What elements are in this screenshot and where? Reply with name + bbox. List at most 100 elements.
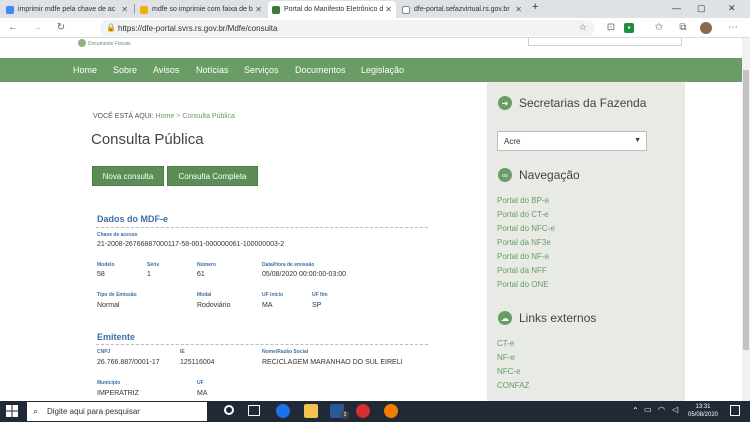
page-icon xyxy=(402,5,410,14)
taskbar-clock[interactable]: 13:31 05/08/2020 xyxy=(686,403,720,419)
numero-value: 61 xyxy=(197,271,205,278)
browser-tab[interactable]: imprimir mdfe pela chave de ac ✕ xyxy=(2,1,132,18)
extension-icon[interactable]: ⊡ xyxy=(604,21,618,35)
volume-icon[interactable]: ◁ xyxy=(672,405,678,414)
external-link-cte[interactable]: CT-e xyxy=(497,339,514,348)
avatar[interactable] xyxy=(700,22,712,34)
section-divider xyxy=(96,227,428,228)
close-icon[interactable]: ✕ xyxy=(385,5,392,14)
clock-time: 13:31 xyxy=(695,404,711,410)
section-emitente-title: Emitente xyxy=(97,332,136,342)
url-text: https://dfe-portal.svrs.rs.gov.br/Mdfe/c… xyxy=(118,23,278,33)
network-icon[interactable]: ▭ xyxy=(644,405,652,414)
section-divider xyxy=(96,344,428,345)
site-search-input[interactable] xyxy=(528,38,682,46)
nav-documentos[interactable]: Documentos xyxy=(295,65,346,75)
modelo-value: 58 xyxy=(97,271,105,278)
uf-fim-label: UF fim xyxy=(312,292,328,298)
new-tab-button[interactable]: + xyxy=(532,1,538,13)
windows-start-icon[interactable] xyxy=(6,405,18,417)
back-icon[interactable]: ← xyxy=(6,21,20,35)
external-link-nfe[interactable]: NF-e xyxy=(497,353,515,362)
numero-label: Número xyxy=(197,262,216,268)
nav-home[interactable]: Home xyxy=(73,65,97,75)
search-icon: ⌕ xyxy=(33,406,39,416)
page-scrollbar[interactable] xyxy=(742,38,750,401)
app-icon[interactable] xyxy=(384,404,398,418)
browser-tab[interactable]: mdfe so imprimie com faixa de b ✕ xyxy=(136,1,266,18)
browser-tab-strip: imprimir mdfe pela chave de ac ✕ mdfe so… xyxy=(0,0,750,18)
external-link-nfce[interactable]: NFC-e xyxy=(497,367,521,376)
section-mdfe-title: Dados do MDF-e xyxy=(97,214,168,224)
file-explorer-icon[interactable] xyxy=(304,404,318,418)
razao-social-value: RECICLAGEM MARANHAO DO SUL EIRELI xyxy=(262,359,403,366)
close-icon[interactable]: ✕ xyxy=(121,5,128,14)
close-icon[interactable]: ✕ xyxy=(255,5,262,14)
portal-favicon-icon xyxy=(272,5,280,14)
sidebar-link-cte[interactable]: Portal do CT-e xyxy=(497,210,549,219)
new-query-button[interactable]: Nova consulta xyxy=(92,166,164,186)
state-select[interactable]: Acre ▼ xyxy=(497,131,647,151)
rk-app-icon[interactable] xyxy=(356,404,370,418)
cortana-icon[interactable] xyxy=(224,405,234,415)
link-icon: ∞ xyxy=(498,168,512,182)
sidebar-link-nff[interactable]: Portal da NFF xyxy=(497,266,547,275)
notifications-icon[interactable] xyxy=(730,405,740,416)
clock-date: 05/08/2020 xyxy=(687,412,719,418)
cnpj-label: CNPJ xyxy=(97,349,111,355)
breadcrumb-separator: > xyxy=(176,113,181,120)
cloud-icon: ☁ xyxy=(498,311,512,325)
sidebar-link-nfce[interactable]: Portal do NFC-e xyxy=(497,224,555,233)
search-placeholder: Digite aqui para pesquisar xyxy=(47,407,140,416)
modal-label: Modal xyxy=(197,292,212,298)
reload-icon[interactable]: ↻ xyxy=(54,21,68,35)
extension-green-icon[interactable]: ▪ xyxy=(624,23,634,33)
nav-servicos[interactable]: Serviços xyxy=(244,65,279,75)
notification-badge: 2 xyxy=(341,411,349,419)
tray-chevron-icon[interactable]: ⌃ xyxy=(632,406,639,415)
sidebar-link-nfe[interactable]: Portal do NF-e xyxy=(497,252,549,261)
scrollbar-thumb[interactable] xyxy=(743,70,749,350)
edge-icon[interactable] xyxy=(276,404,290,418)
address-bar[interactable]: 🔒 https://dfe-portal.svrs.rs.gov.br/Mdfe… xyxy=(100,20,595,36)
nav-avisos[interactable]: Avisos xyxy=(153,65,179,75)
task-view-icon[interactable] xyxy=(248,405,260,416)
links-externos-title: Links externos xyxy=(519,311,597,325)
nav-sobre[interactable]: Sobre xyxy=(113,65,137,75)
taskbar-search-input[interactable]: ⌕ Digite aqui para pesquisar xyxy=(27,402,207,421)
nav-legislacao[interactable]: Legislação xyxy=(361,65,404,75)
sidebar: ➜ Secretarias da Fazenda Acre ▼ ∞ Navega… xyxy=(487,82,685,401)
browser-tab[interactable]: dfe-portal.sefazvirtual.rs.gov.br ✕ xyxy=(398,1,526,18)
municipio-label: Município xyxy=(97,380,121,386)
window-close-icon[interactable]: ✕ xyxy=(728,3,736,14)
nav-noticias[interactable]: Notícias xyxy=(196,65,229,75)
breadcrumb-label: VOCÊ ESTÁ AQUI: xyxy=(93,113,154,120)
breadcrumb: VOCÊ ESTÁ AQUI: Home > Consulta Pública xyxy=(93,113,235,120)
maximize-icon[interactable]: ▢ xyxy=(697,3,706,14)
menu-icon[interactable]: ⋯ xyxy=(726,21,740,35)
browser-tab-active[interactable]: Portal do Manifesto Eletrônico d ✕ xyxy=(268,1,396,18)
breadcrumb-home[interactable]: Home xyxy=(156,113,175,120)
full-query-button[interactable]: Consulta Completa xyxy=(167,166,258,186)
ie-label: IE xyxy=(180,349,185,355)
star-icon[interactable]: ☆ xyxy=(579,22,587,33)
minimize-icon[interactable]: — xyxy=(672,3,681,13)
wifi-icon[interactable]: ◠ xyxy=(658,405,665,414)
uf-label: UF xyxy=(197,380,204,386)
sidebar-link-nf3e[interactable]: Portal da NF3e xyxy=(497,238,551,247)
collections-icon[interactable]: ⧉ xyxy=(676,21,690,35)
chevron-down-icon: ▼ xyxy=(634,137,641,144)
sidebar-link-one[interactable]: Portal do ONE xyxy=(497,280,549,289)
page-title: Consulta Pública xyxy=(91,131,204,148)
uf-value: MA xyxy=(197,390,208,397)
sidebar-link-bpe[interactable]: Portal do BP-e xyxy=(497,196,549,205)
site-header: Documento Fiscais xyxy=(0,38,742,58)
tipo-emissao-value: Normal xyxy=(97,302,120,309)
close-icon[interactable]: ✕ xyxy=(515,5,522,14)
google-icon xyxy=(6,5,14,14)
forward-icon[interactable]: → xyxy=(30,21,44,35)
breadcrumb-current: Consulta Pública xyxy=(182,113,235,120)
external-link-confaz[interactable]: CONFAZ xyxy=(497,381,529,390)
modelo-label: Modelo xyxy=(97,262,115,268)
reading-list-icon[interactable]: ✩ xyxy=(652,21,666,35)
